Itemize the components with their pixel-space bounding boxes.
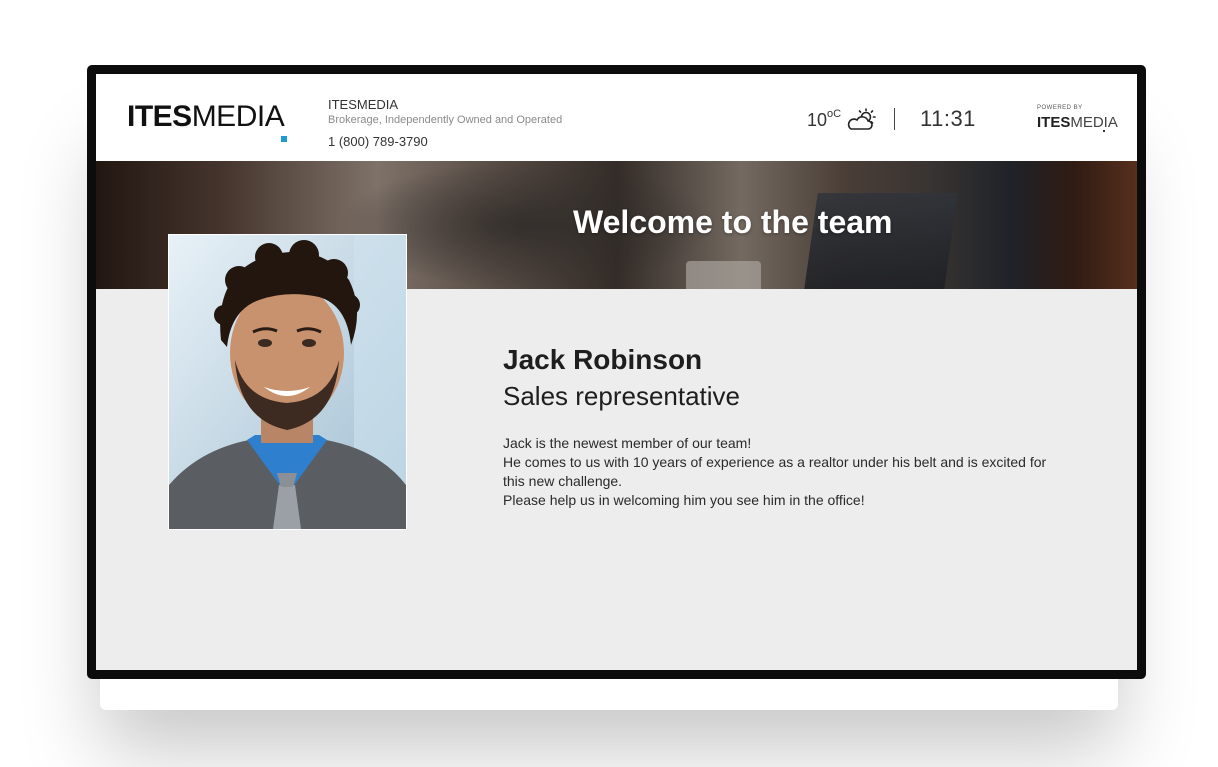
employee-name: Jack Robinson: [503, 344, 703, 375]
powered-by: POWERED BY ITESMEDIA: [1037, 105, 1118, 132]
temperature-value: 10: [807, 110, 828, 130]
header-bar: ITESMEDIA ITESMEDIA Brokerage, Independe…: [96, 74, 1137, 161]
company-phone: 1 (800) 789-3790: [328, 134, 428, 149]
employee-bio: Jack is the newest member of our team! H…: [503, 434, 1063, 510]
company-info: ITESMEDIA Brokerage, Independently Owned…: [328, 96, 562, 150]
bio-line: He comes to us with 10 years of experien…: [503, 454, 1047, 489]
logo-accent-dot: [281, 136, 287, 142]
powered-brand-bold: ITES: [1037, 114, 1071, 131]
signage-screen: ITESMEDIA ITESMEDIA Brokerage, Independe…: [96, 74, 1137, 670]
powered-by-brand: ITESMEDIA: [1037, 114, 1118, 132]
powered-brand-light: MEDIA: [1070, 114, 1118, 131]
portrait-image: [169, 235, 406, 529]
company-tagline: Brokerage, Independently Owned and Opera…: [328, 114, 563, 126]
company-name: ITESMEDIA: [328, 97, 399, 112]
weather-widget: 10 oC: [807, 107, 877, 133]
banner-title: Welcome to the team: [573, 204, 893, 240]
employee-role: Sales representative: [503, 381, 741, 411]
employee-photo: [168, 234, 407, 530]
temperature-unit: oC: [827, 108, 842, 120]
powered-by-label: POWERED BY: [1037, 105, 1083, 111]
partly-cloudy-icon: [847, 108, 876, 130]
logo-bold-text: ITES: [127, 100, 192, 133]
clock-time: 11:31: [920, 106, 976, 131]
header-divider: [894, 108, 895, 130]
bio-line: Please help us in welcoming him you see …: [503, 492, 865, 508]
company-logo: ITESMEDIA: [127, 100, 287, 142]
logo-light-text: MEDIA: [191, 100, 285, 133]
bio-line: Jack is the newest member of our team!: [503, 435, 752, 451]
powered-brand-dot: [1103, 130, 1105, 132]
